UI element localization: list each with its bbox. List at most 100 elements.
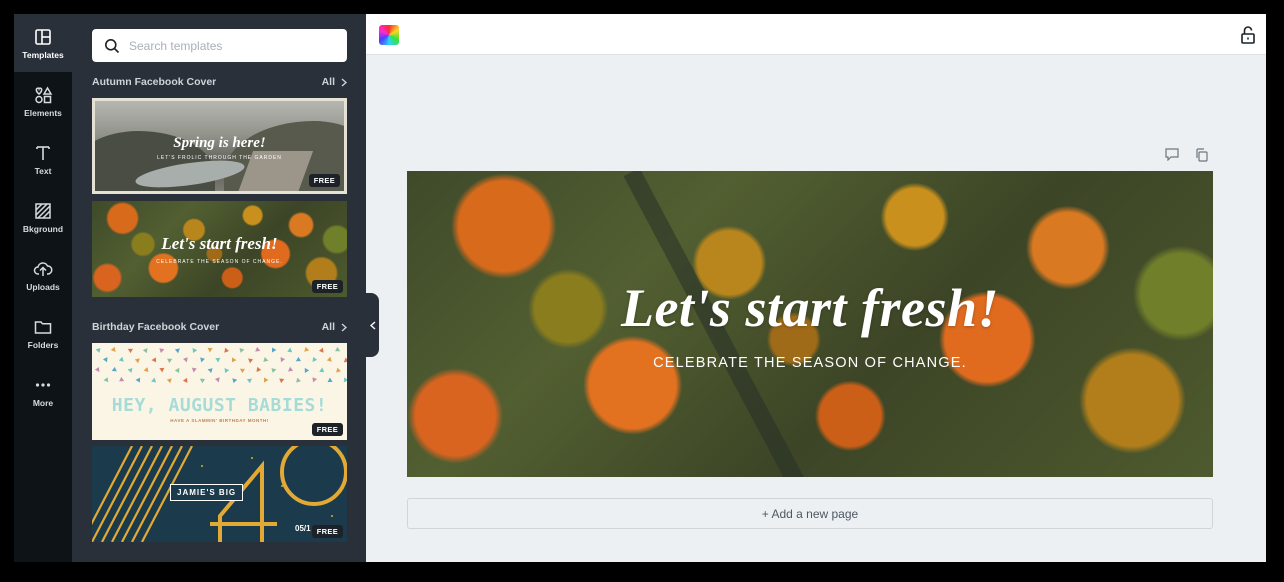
confetti-piece — [287, 347, 293, 353]
rail-item-folders[interactable]: Folders — [14, 304, 72, 362]
rail-item-elements[interactable]: Elements — [14, 72, 72, 130]
see-all-link[interactable]: All — [322, 321, 347, 333]
confetti-piece — [95, 348, 101, 353]
comment-icon[interactable] — [1165, 148, 1179, 161]
add-page-button[interactable]: + Add a new page — [407, 498, 1213, 529]
rail-label: More — [32, 397, 54, 408]
confetti-piece — [288, 366, 294, 372]
rail-item-uploads[interactable]: Uploads — [14, 246, 72, 304]
section-title: Autumn Facebook Cover — [92, 76, 217, 88]
rail-label: Text — [34, 165, 52, 176]
confetti-piece — [94, 366, 100, 373]
templates-panel: Autumn Facebook Cover All Spring is here… — [72, 14, 366, 562]
color-picker-button[interactable] — [379, 25, 399, 45]
confetti-piece — [326, 356, 332, 362]
canvas-heading[interactable]: Let's start fresh! — [407, 277, 1213, 339]
confetti-piece — [111, 366, 117, 372]
rail-label: Uploads — [26, 281, 60, 292]
confetti-piece — [167, 358, 173, 364]
confetti-piece — [304, 346, 310, 352]
rail-item-text[interactable]: Text — [14, 130, 72, 188]
confetti-piece — [304, 367, 310, 374]
side-rail: Templates Elements Text Bkground Uploads… — [14, 14, 72, 562]
confetti-piece — [224, 367, 230, 374]
confetti-piece — [312, 356, 318, 362]
section-header-autumn: Autumn Facebook Cover All — [92, 74, 347, 90]
confetti-piece — [151, 357, 157, 363]
confetti-piece — [119, 376, 125, 382]
template-thumbnail[interactable]: HEY, AUGUST BABIES! HAVE A SLAMMIN' BIRT… — [92, 343, 347, 440]
confetti-piece — [343, 377, 347, 383]
canvas-subheading[interactable]: CELEBRATE THE SEASON OF CHANGE. — [407, 355, 1213, 371]
confetti-piece — [335, 346, 341, 352]
more-icon — [35, 382, 51, 387]
template-date: 05/1 — [295, 524, 311, 533]
confetti-piece — [207, 368, 213, 373]
see-all-link[interactable]: All — [322, 76, 347, 88]
confetti-piece — [343, 357, 347, 363]
confetti-piece — [280, 357, 286, 363]
lock-icon[interactable] — [1240, 25, 1256, 45]
confetti-piece — [199, 378, 206, 384]
confetti-piece — [215, 357, 221, 363]
confetti-piece — [256, 366, 262, 372]
confetti-piece — [318, 347, 324, 353]
search-icon — [105, 38, 120, 53]
chevron-left-icon — [369, 320, 375, 330]
confetti-piece — [224, 347, 230, 353]
confetti-piece — [142, 347, 148, 354]
confetti-piece — [159, 367, 165, 373]
free-badge: FREE — [308, 174, 340, 187]
confetti-piece — [231, 357, 237, 363]
design-canvas[interactable]: Let's start fresh! CELEBRATE THE SEASON … — [407, 171, 1213, 477]
confetti-piece — [103, 377, 109, 383]
template-thumbnail[interactable]: Let's start fresh! CELEBRATE THE SEASON … — [92, 201, 347, 297]
confetti-piece — [191, 367, 197, 373]
confetti-piece — [264, 377, 269, 383]
confetti-piece — [279, 378, 285, 384]
confetti-piece — [135, 377, 141, 383]
confetti-piece — [263, 357, 269, 362]
confetti-piece — [134, 358, 140, 364]
confetti-piece — [166, 378, 172, 384]
confetti-piece — [327, 377, 333, 383]
collapse-panel-button[interactable] — [366, 293, 379, 357]
template-thumbnail[interactable]: JAMIE'S BIG 05/1 FREE — [92, 446, 347, 542]
template-title: Spring is here! — [173, 135, 266, 151]
confetti-piece — [271, 347, 277, 353]
confetti-pattern — [94, 346, 347, 384]
template-subtitle: CELEBRATE THE SEASON OF CHANGE. — [156, 259, 283, 265]
free-badge: FREE — [311, 280, 343, 293]
confetti-piece — [200, 357, 205, 363]
rail-label: Elements — [24, 107, 62, 118]
folder-icon — [34, 320, 52, 334]
app-window: Templates Elements Text Bkground Uploads… — [14, 14, 1266, 562]
confetti-piece — [246, 378, 252, 384]
rail-item-templates[interactable]: Templates — [14, 14, 72, 72]
see-all-label: All — [321, 76, 335, 88]
rail-item-background[interactable]: Bkground — [14, 188, 72, 246]
confetti-piece — [295, 356, 301, 362]
confetti-piece — [214, 377, 220, 383]
rail-item-more[interactable]: More — [14, 362, 72, 420]
search-box[interactable] — [92, 29, 347, 62]
confetti-piece — [248, 358, 254, 364]
confetti-piece — [127, 348, 133, 354]
confetti-piece — [174, 348, 180, 354]
template-thumbnail[interactable]: Spring is here! LET'S FROLIC THROUGH THE… — [92, 98, 347, 194]
templates-icon — [35, 28, 51, 45]
template-title: HEY, AUGUST BABIES! — [111, 395, 328, 416]
confetti-piece — [118, 356, 124, 362]
elements-icon — [35, 86, 53, 103]
confetti-piece — [239, 368, 246, 374]
duplicate-page-icon[interactable] — [1195, 148, 1208, 162]
upload-icon — [33, 261, 53, 276]
template-subtitle: HAVE A SLAMMIN' BIRTHDAY MONTH! — [170, 418, 269, 423]
confetti-piece — [232, 378, 238, 384]
editor-toolbar — [366, 14, 1266, 55]
confetti-piece — [143, 367, 149, 373]
template-subtitle: LET'S FROLIC THROUGH THE GARDEN — [157, 155, 282, 161]
confetti-piece — [239, 348, 245, 353]
search-input[interactable] — [129, 38, 329, 53]
template-title: JAMIE'S BIG — [170, 484, 244, 501]
